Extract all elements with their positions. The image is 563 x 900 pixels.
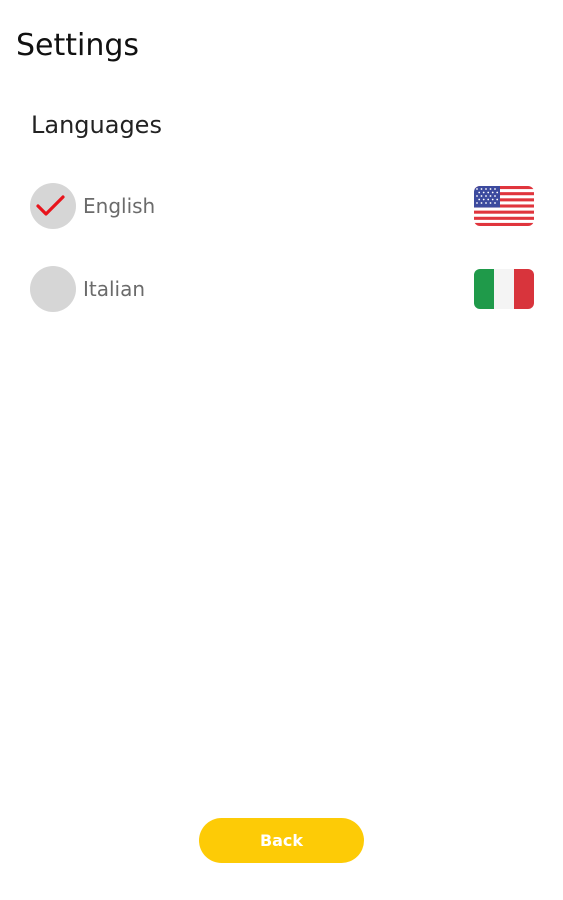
back-button[interactable]: Back — [199, 818, 364, 863]
english-radio[interactable] — [30, 183, 76, 229]
page-title: Settings — [16, 28, 140, 63]
italian-label: Italian — [83, 277, 146, 301]
italian-radio[interactable] — [30, 266, 76, 312]
checkmark-icon — [36, 195, 65, 216]
settings-screen: Settings Languages English Italian Back — [0, 0, 563, 900]
languages-section-title: Languages — [31, 111, 162, 139]
language-option-english[interactable]: English — [30, 183, 534, 229]
us-flag-icon — [474, 186, 534, 226]
language-option-italian[interactable]: Italian — [30, 266, 534, 312]
english-label: English — [83, 194, 156, 218]
italy-flag-icon — [474, 269, 534, 309]
